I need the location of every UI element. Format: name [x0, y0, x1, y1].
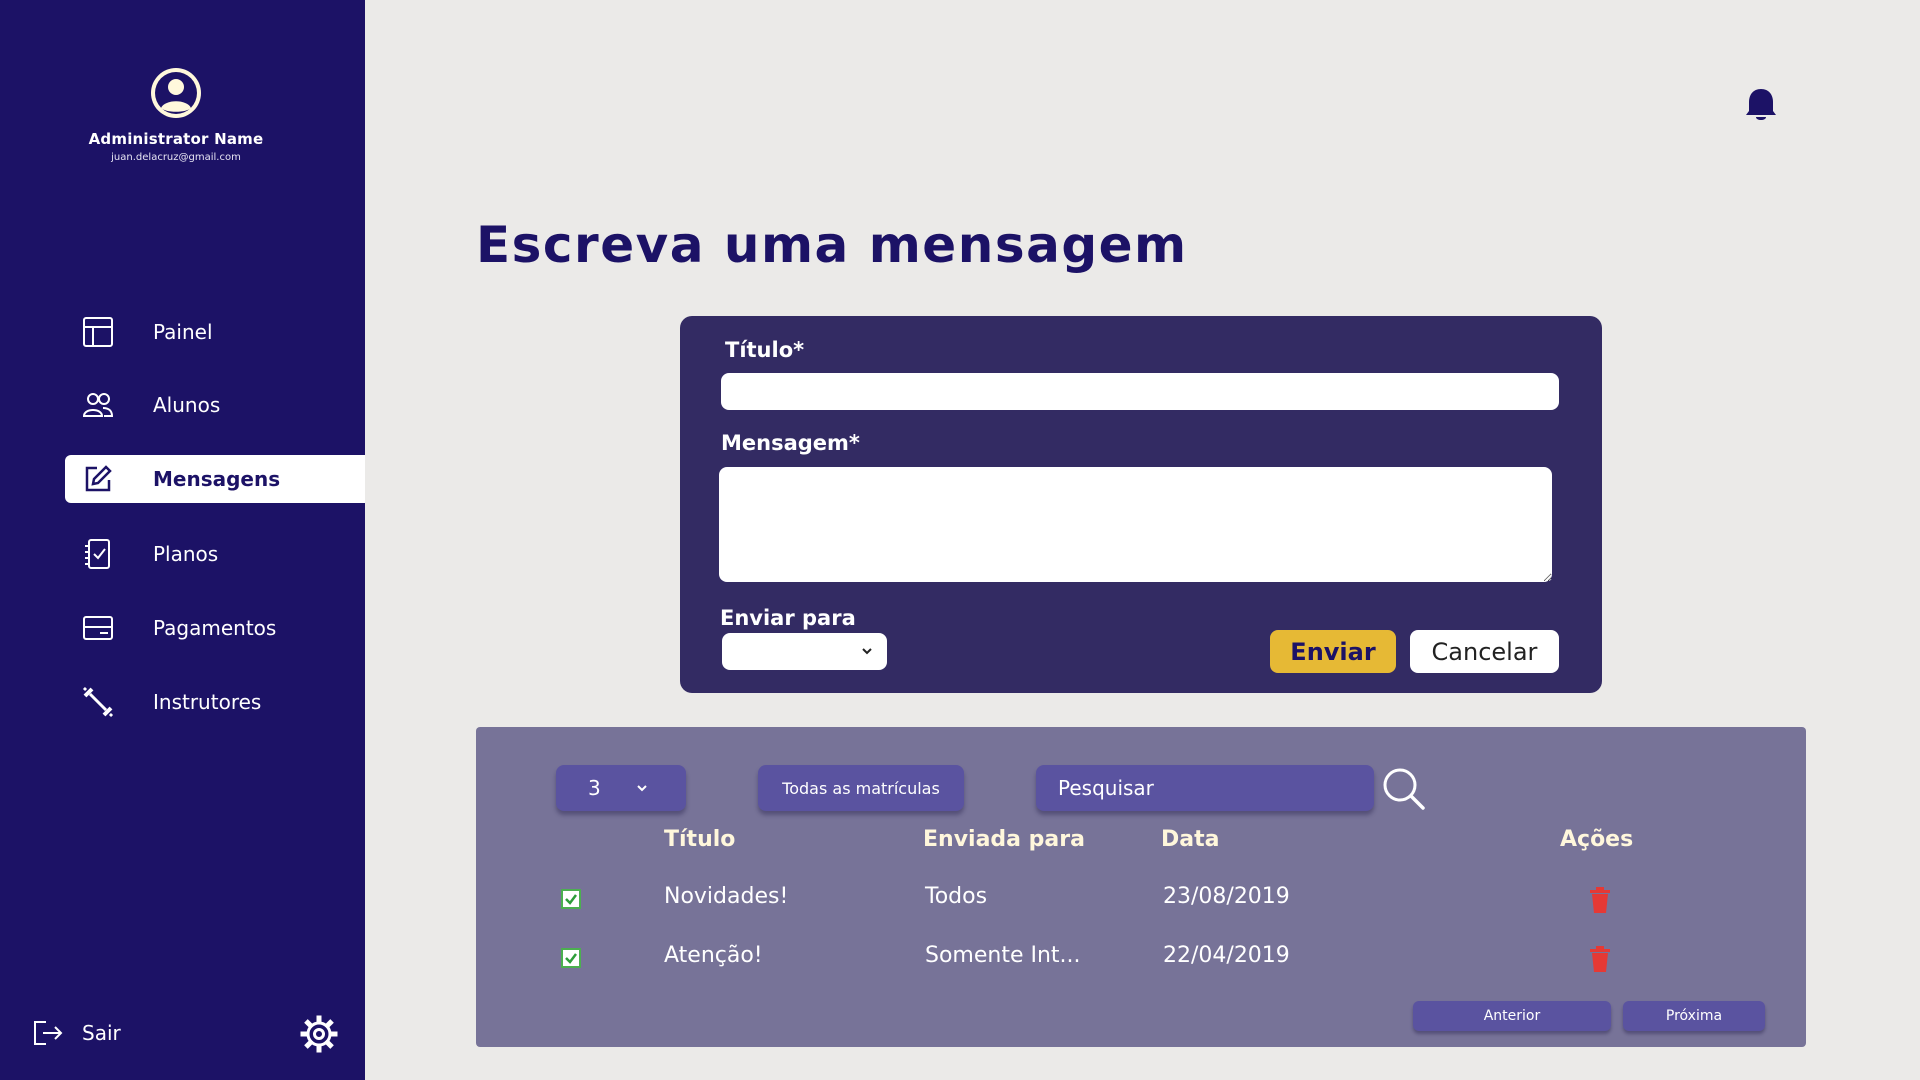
- sidebar-item-label: Instrutores: [153, 690, 262, 714]
- logout-icon: [34, 1021, 63, 1045]
- chevron-down-icon: [862, 648, 872, 655]
- row-date: 22/04/2019: [1163, 943, 1290, 968]
- per-page-value: 3: [588, 776, 601, 800]
- per-page-select[interactable]: 3: [556, 765, 686, 811]
- previous-page-button[interactable]: Anterior: [1413, 1001, 1611, 1031]
- message-textarea[interactable]: [719, 467, 1552, 582]
- sidebar-item-alunos[interactable]: Alunos: [65, 381, 365, 429]
- cancel-button[interactable]: Cancelar: [1410, 630, 1559, 673]
- next-page-button[interactable]: Próxima: [1623, 1001, 1765, 1031]
- sidebar-item-planos[interactable]: Planos: [65, 530, 365, 578]
- compose-message-card: Título* Mensagem* Enviar para Enviar Can…: [680, 316, 1602, 693]
- row-title: Novidades!: [664, 884, 789, 909]
- send-to-label: Enviar para: [720, 606, 856, 630]
- sidebar-item-instrutores[interactable]: Instrutores: [65, 678, 365, 726]
- logout-button[interactable]: Sair: [32, 1018, 121, 1048]
- users-icon: [81, 388, 115, 422]
- sidebar-item-label: Pagamentos: [153, 616, 277, 640]
- sidebar-item-painel[interactable]: Painel: [65, 308, 365, 356]
- filter-enrollments-button[interactable]: Todas as matrículas: [758, 765, 964, 811]
- search-icon[interactable]: [1382, 767, 1426, 811]
- row-checkbox[interactable]: [561, 948, 581, 968]
- messages-list-panel: 3 Todas as matrículas Título Enviada par…: [476, 727, 1806, 1047]
- title-input[interactable]: [721, 373, 1559, 410]
- column-header-actions: Ações: [1560, 827, 1634, 852]
- chevron-down-icon: [637, 785, 647, 792]
- title-field-label: Título*: [725, 338, 805, 362]
- layout-icon: [81, 315, 115, 349]
- sidebar-item-mensagens[interactable]: Mensagens: [65, 455, 365, 503]
- message-field-label: Mensagem*: [721, 431, 860, 455]
- notification-bell-icon[interactable]: [1743, 86, 1779, 124]
- edit-icon: [81, 462, 115, 496]
- send-button[interactable]: Enviar: [1270, 630, 1396, 673]
- sidebar-item-pagamentos[interactable]: Pagamentos: [65, 604, 365, 652]
- row-date: 23/08/2019: [1163, 884, 1290, 909]
- delete-trash-icon[interactable]: [1589, 946, 1611, 972]
- checklist-icon: [81, 537, 115, 571]
- settings-gear-icon[interactable]: [300, 1015, 338, 1053]
- sidebar-item-label: Mensagens: [153, 467, 281, 491]
- search-input[interactable]: [1036, 765, 1374, 811]
- card-icon: [81, 611, 115, 645]
- send-to-select[interactable]: [722, 633, 887, 670]
- sidebar-item-label: Painel: [153, 320, 213, 344]
- sidebar-item-label: Planos: [153, 542, 219, 566]
- logout-label: Sair: [82, 1021, 121, 1045]
- delete-trash-icon[interactable]: [1589, 887, 1611, 913]
- column-header-sent-to: Enviada para: [923, 827, 1085, 852]
- user-avatar-icon[interactable]: [149, 66, 203, 120]
- admin-name: Administrator Name: [88, 130, 264, 148]
- column-header-date: Data: [1161, 827, 1220, 852]
- sidebar-item-label: Alunos: [153, 393, 221, 417]
- row-sent-to: Todos: [925, 884, 988, 909]
- admin-email: juan.delacruz@gmail.com: [111, 152, 241, 163]
- row-title: Atenção!: [664, 943, 763, 968]
- page-title: Escreva uma mensagem: [476, 216, 1188, 274]
- dumbbell-icon: [81, 685, 115, 719]
- column-header-title: Título: [664, 827, 736, 852]
- profile: Administrator Name juan.delacruz@gmail.c…: [0, 66, 352, 163]
- sidebar: Administrator Name juan.delacruz@gmail.c…: [0, 0, 365, 1080]
- row-checkbox[interactable]: [561, 889, 581, 909]
- row-sent-to: Somente Int...: [925, 943, 1081, 968]
